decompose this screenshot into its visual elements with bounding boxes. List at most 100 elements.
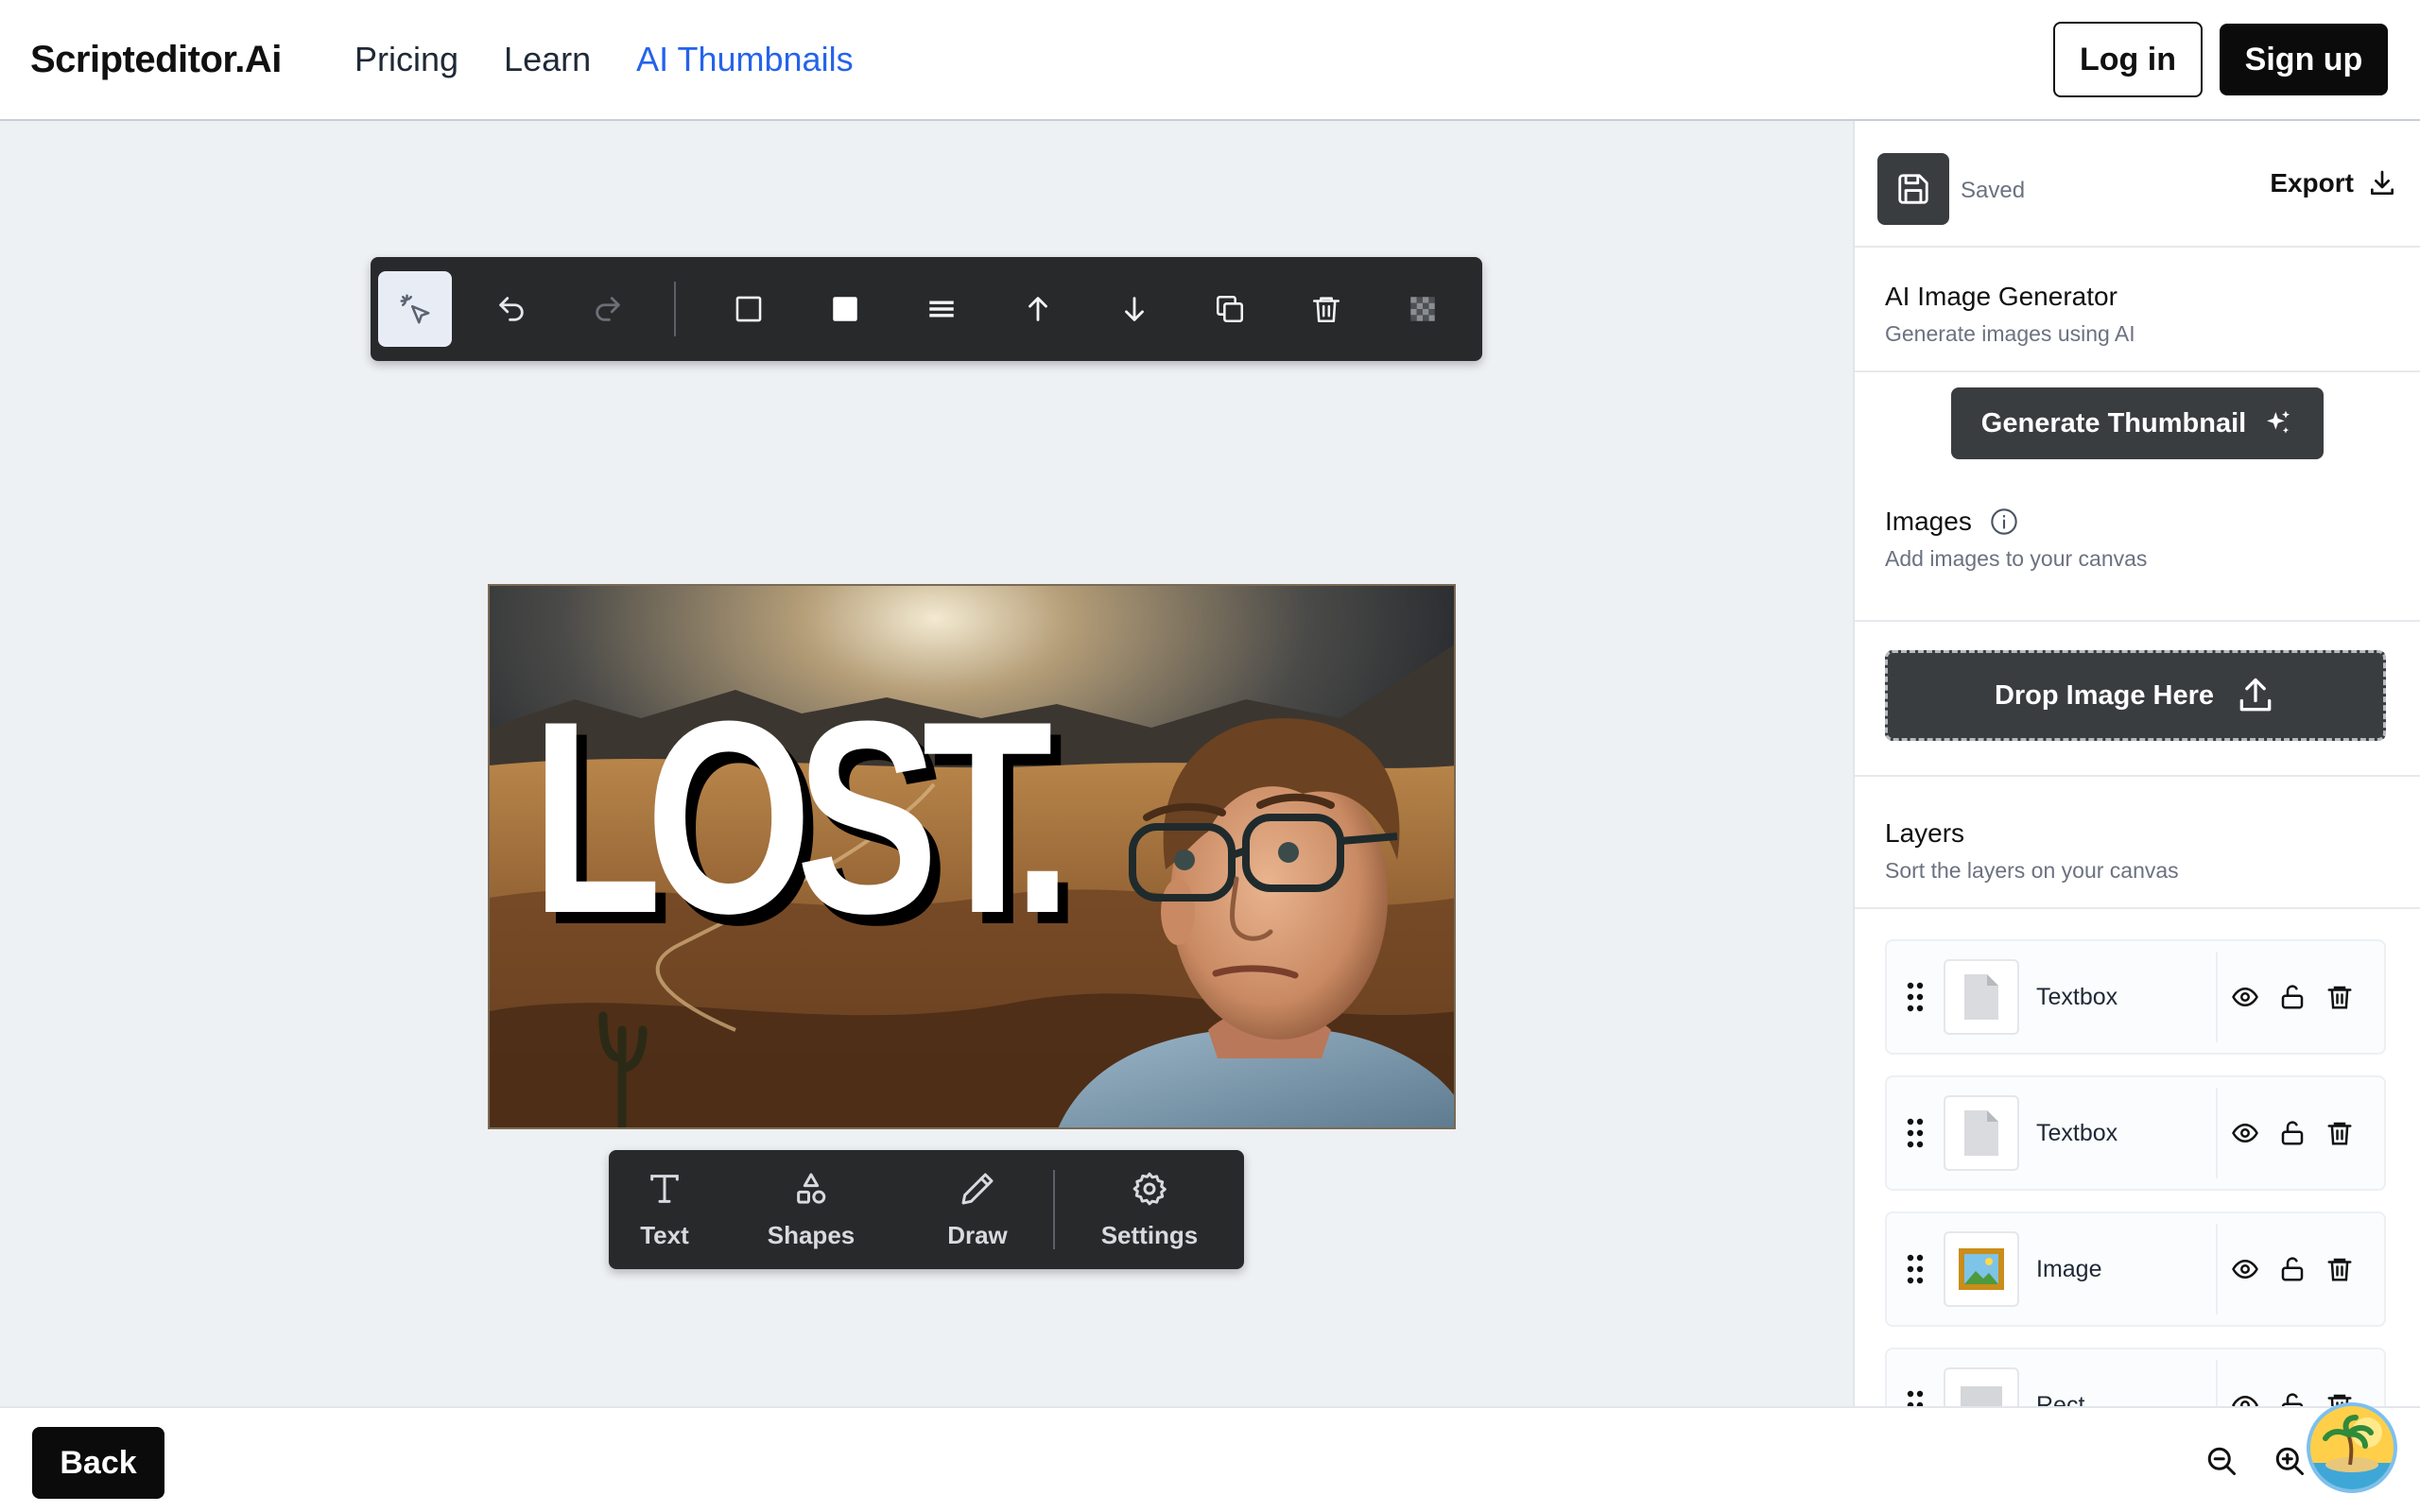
thumbnail-title-text[interactable]: LOST. bbox=[531, 680, 1072, 954]
textbox-thumb-icon bbox=[1964, 974, 1998, 1020]
layers-title: Layers bbox=[1885, 818, 1965, 848]
export-label: Export bbox=[2270, 168, 2354, 198]
undo-icon bbox=[498, 297, 524, 321]
login-button[interactable]: Log in bbox=[2053, 22, 2203, 97]
drag-handle-icon[interactable] bbox=[1887, 1118, 1944, 1148]
draw-tool-label: Draw bbox=[947, 1220, 1008, 1249]
zoom-in-button[interactable] bbox=[2273, 1444, 2307, 1483]
eye-icon[interactable] bbox=[2231, 1255, 2259, 1283]
unlock-icon[interactable] bbox=[2278, 1255, 2307, 1283]
framed-picture-icon bbox=[1959, 1248, 2004, 1290]
layer-thumbnail bbox=[1944, 959, 2019, 1035]
top-navigation: Scripteditor.Ai Pricing Learn AI Thumbna… bbox=[0, 0, 2420, 121]
sparkles-icon bbox=[2267, 410, 2290, 434]
settings-button[interactable]: Settings bbox=[1055, 1150, 1244, 1269]
eye-icon[interactable] bbox=[2231, 1391, 2259, 1406]
fill-square-icon bbox=[833, 297, 857, 321]
layer-divider bbox=[2216, 1088, 2218, 1178]
layer-divider bbox=[2216, 1224, 2218, 1314]
select-tool-button[interactable] bbox=[378, 271, 452, 347]
layer-actions bbox=[2231, 1119, 2354, 1147]
settings-label: Settings bbox=[1100, 1220, 1199, 1249]
layer-divider bbox=[2216, 1360, 2218, 1406]
signup-button[interactable]: Sign up bbox=[2220, 24, 2388, 95]
text-tool-button[interactable]: Text bbox=[609, 1150, 720, 1269]
brand-logo[interactable]: Scripteditor.Ai bbox=[30, 39, 282, 81]
duplicate-button[interactable] bbox=[1194, 271, 1268, 347]
unlock-icon[interactable] bbox=[2278, 1391, 2307, 1406]
generate-thumbnail-button[interactable]: Generate Thumbnail bbox=[1951, 387, 2324, 459]
panel-header: Saved Export bbox=[1855, 121, 2420, 248]
eye-icon[interactable] bbox=[2231, 1119, 2259, 1147]
delete-button[interactable] bbox=[1289, 271, 1363, 347]
redo-icon bbox=[595, 297, 620, 321]
zoom-out-button[interactable] bbox=[2204, 1444, 2238, 1483]
editor-side-panel: Saved Export AI Image Generator Generate… bbox=[1853, 121, 2420, 1406]
layer-name: Rect bbox=[2036, 1391, 2085, 1407]
eye-icon[interactable] bbox=[2231, 983, 2259, 1011]
layer-item[interactable]: Textbox bbox=[1885, 1075, 2386, 1191]
fill-color-button[interactable] bbox=[808, 271, 882, 347]
layers-section: Layers Sort the layers on your canvas bbox=[1855, 777, 2420, 909]
drag-handle-icon[interactable] bbox=[1887, 1390, 1944, 1406]
text-icon bbox=[650, 1174, 679, 1203]
canvas-toolbar bbox=[371, 257, 1482, 361]
save-status: Saved bbox=[1961, 178, 2026, 203]
layers-list: Textbox Textbox Image Rect bbox=[1855, 909, 2420, 1406]
info-icon[interactable] bbox=[1989, 507, 2019, 537]
nav-link-pricing[interactable]: Pricing bbox=[354, 40, 458, 79]
nav-link-learn[interactable]: Learn bbox=[504, 40, 591, 79]
back-button[interactable]: Back bbox=[32, 1427, 164, 1499]
layer-name: Textbox bbox=[2036, 1119, 2118, 1146]
gear-icon bbox=[1132, 1172, 1167, 1205]
layer-actions bbox=[2231, 983, 2354, 1011]
drag-handle-icon[interactable] bbox=[1887, 982, 1944, 1012]
transparency-icon bbox=[1410, 297, 1435, 321]
stroke-color-button[interactable] bbox=[712, 271, 786, 347]
trash-icon[interactable] bbox=[2325, 983, 2354, 1011]
upload-icon bbox=[2239, 678, 2272, 712]
pencil-icon bbox=[961, 1173, 994, 1204]
drop-image-zone[interactable]: Drop Image Here bbox=[1885, 650, 2386, 741]
download-icon bbox=[2371, 170, 2394, 195]
generate-thumbnail-label: Generate Thumbnail bbox=[1980, 407, 2247, 438]
redo-button[interactable] bbox=[571, 271, 645, 347]
bring-forward-button[interactable] bbox=[1001, 271, 1075, 347]
opacity-button[interactable] bbox=[1386, 271, 1460, 347]
duplicate-icon bbox=[1217, 295, 1244, 323]
shapes-tool-label: Shapes bbox=[767, 1220, 856, 1249]
thumbnail-canvas[interactable]: LOST. bbox=[488, 584, 1456, 1129]
generate-area: Generate Thumbnail bbox=[1855, 372, 2420, 467]
undo-button[interactable] bbox=[475, 271, 548, 347]
nav-link-ai-thumbnails[interactable]: AI Thumbnails bbox=[636, 40, 853, 79]
layer-thumbnail bbox=[1944, 1095, 2019, 1171]
bottom-bar: Back bbox=[0, 1406, 2420, 1512]
zoom-out-icon bbox=[2207, 1447, 2236, 1475]
trash-icon[interactable] bbox=[2325, 1255, 2354, 1283]
assistant-avatar[interactable] bbox=[2307, 1402, 2397, 1493]
stroke-width-button[interactable] bbox=[905, 271, 978, 347]
export-button[interactable]: Export bbox=[2270, 168, 2397, 198]
send-backward-icon bbox=[1124, 297, 1144, 321]
shapes-tool-button[interactable]: Shapes bbox=[720, 1150, 902, 1269]
layer-item[interactable]: Textbox bbox=[1885, 939, 2386, 1055]
send-backward-button[interactable] bbox=[1098, 271, 1171, 347]
ai-generator-title: AI Image Generator bbox=[1885, 282, 2118, 311]
rect-thumb-icon bbox=[1961, 1386, 2002, 1406]
layer-item[interactable]: Rect bbox=[1885, 1348, 2386, 1406]
layer-item[interactable]: Image bbox=[1885, 1211, 2386, 1327]
trash-icon[interactable] bbox=[2325, 1119, 2354, 1147]
layer-actions bbox=[2231, 1255, 2354, 1283]
save-button[interactable] bbox=[1877, 153, 1949, 225]
textbox-thumb-icon bbox=[1964, 1110, 1998, 1156]
draw-tool-button[interactable]: Draw bbox=[902, 1150, 1053, 1269]
unlock-icon[interactable] bbox=[2278, 983, 2307, 1011]
unlock-icon[interactable] bbox=[2278, 1119, 2307, 1147]
align-lines-icon bbox=[929, 301, 954, 318]
insert-toolbar: Text Shapes Draw Settings bbox=[609, 1150, 1244, 1269]
bring-forward-icon bbox=[1028, 297, 1047, 321]
toolbar-divider bbox=[674, 282, 677, 336]
images-title-row: Images bbox=[1885, 507, 2420, 537]
layer-actions bbox=[2231, 1391, 2354, 1406]
drag-handle-icon[interactable] bbox=[1887, 1254, 1944, 1284]
